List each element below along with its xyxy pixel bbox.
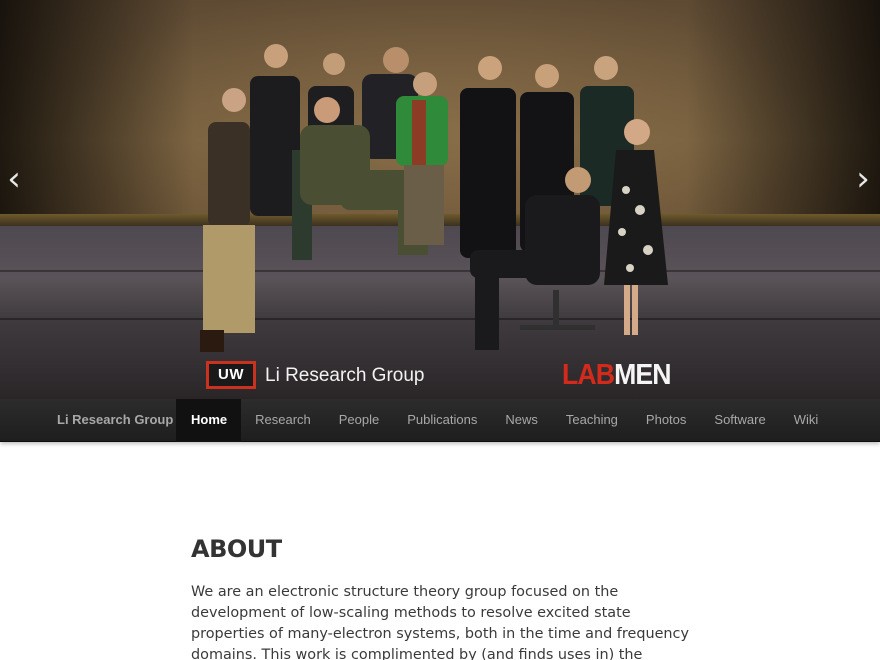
nav-item-wiki[interactable]: Wiki — [780, 399, 833, 442]
nav-item-news[interactable]: News — [491, 399, 552, 442]
uw-logo-badge: UW — [206, 361, 256, 389]
hero-logo-text: Li Research Group — [265, 365, 425, 386]
nav-item-publications[interactable]: Publications — [393, 399, 491, 442]
navbar-brand[interactable]: Li Research Group — [57, 399, 173, 442]
group-photo — [200, 44, 668, 352]
about-paragraph: We are an electronic structure theory gr… — [191, 584, 689, 660]
nav-item-home[interactable]: Home — [176, 399, 242, 442]
person-figure — [200, 88, 255, 352]
page-title: ABOUT — [191, 535, 282, 563]
labmen-wordmark: LABMEN — [562, 358, 672, 392]
nav-item-teaching[interactable]: Teaching — [552, 399, 632, 442]
chevron-right-icon[interactable]: › — [852, 162, 874, 196]
nav-item-software[interactable]: Software — [700, 399, 779, 442]
labmen-lab: LAB — [562, 359, 615, 391]
hero-banner: ‹ › UW Li Research Group LABMEN — [0, 0, 880, 399]
nav-item-photos[interactable]: Photos — [632, 399, 700, 442]
chevron-left-icon[interactable]: ‹ — [3, 162, 25, 196]
nav-menu: Home Research People Publications News T… — [176, 399, 832, 442]
person-figure — [460, 56, 516, 258]
nav-item-research[interactable]: Research — [241, 399, 325, 442]
nav-item-people[interactable]: People — [325, 399, 393, 442]
main-navbar: Li Research Group Home Research People P… — [0, 399, 880, 442]
about-section: ABOUT We are an electronic structure the… — [191, 530, 691, 660]
labmen-men: MEN — [614, 359, 671, 391]
